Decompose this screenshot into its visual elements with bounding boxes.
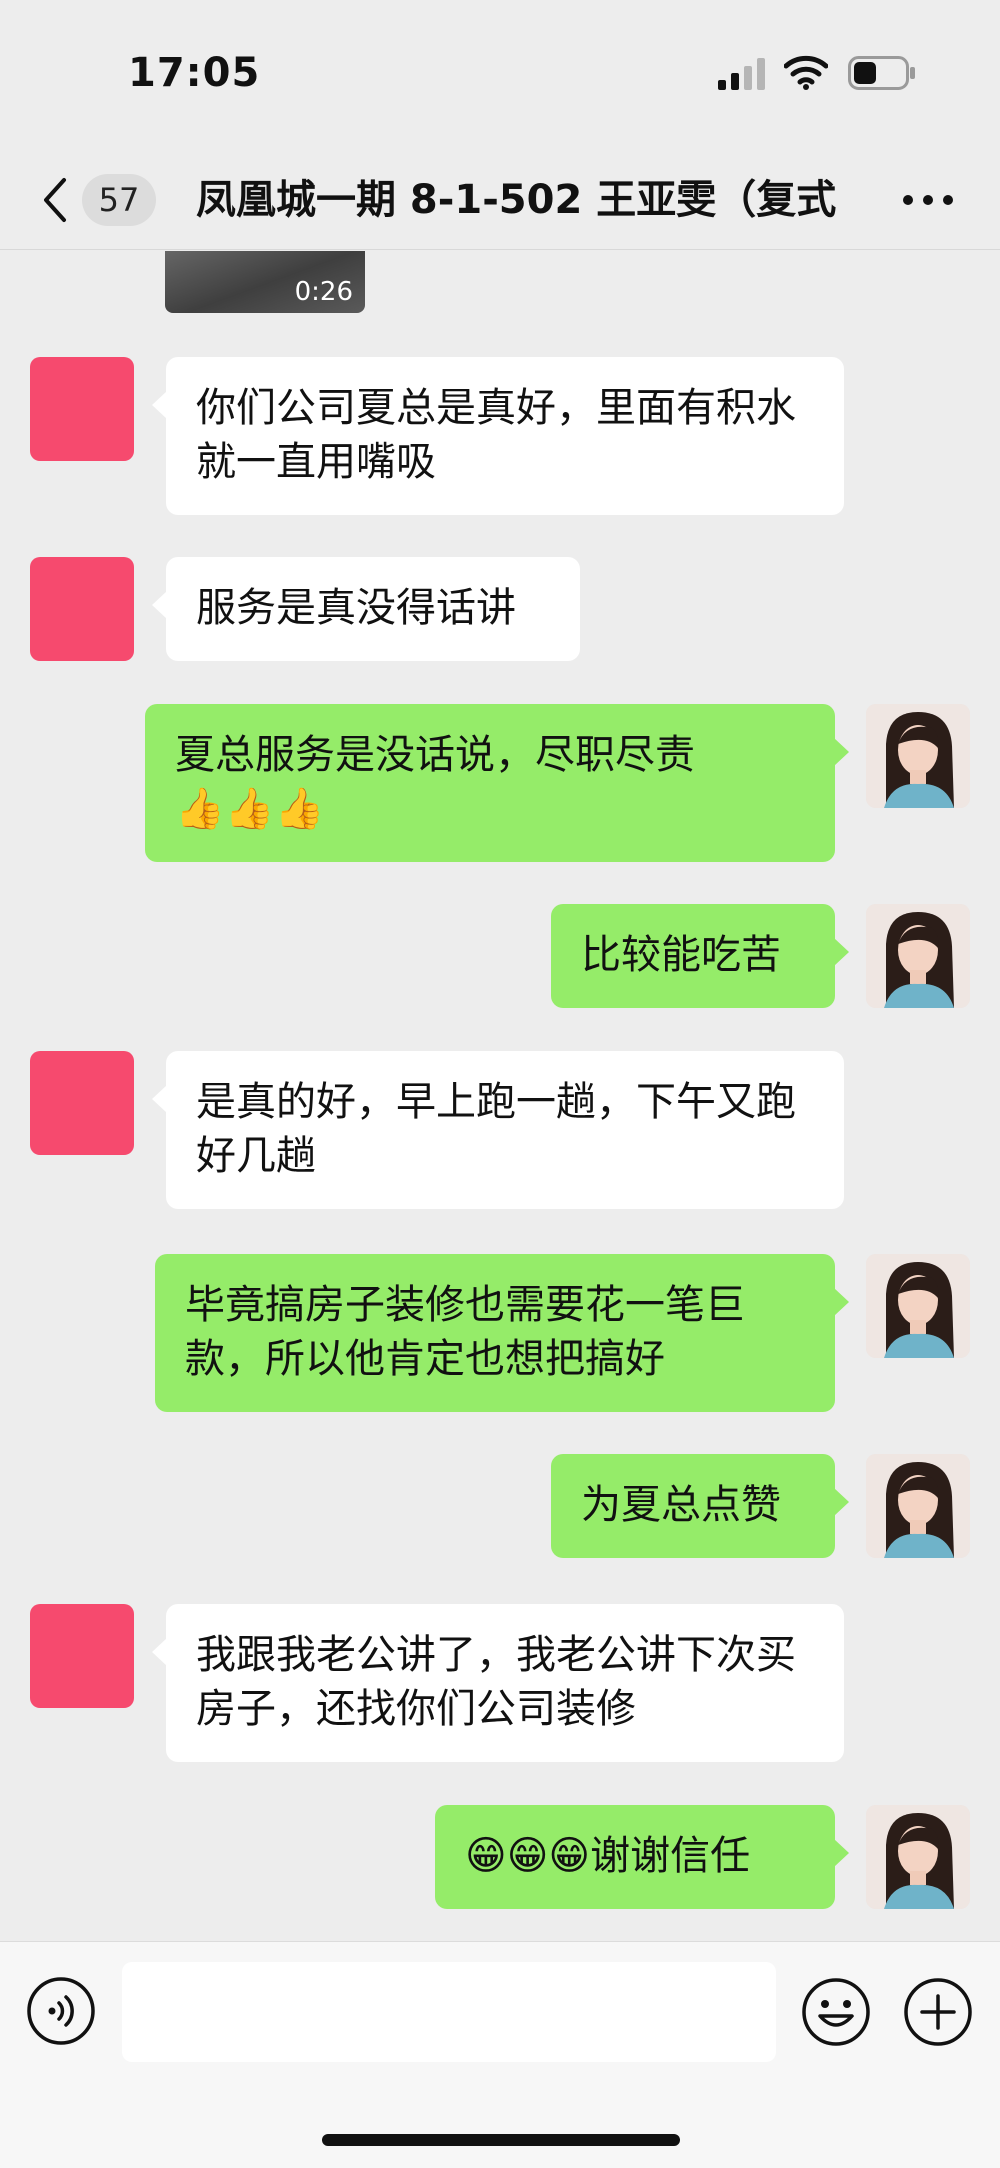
avatar[interactable] bbox=[30, 557, 134, 661]
chevron-left-icon[interactable] bbox=[36, 174, 72, 226]
input-bar bbox=[0, 1941, 1000, 2168]
message-text: 是真的好，早上跑一趟，下午又跑好几趟 bbox=[196, 1079, 796, 1179]
message-bubble[interactable]: 为夏总点赞 bbox=[551, 1454, 849, 1558]
message-bubble[interactable]: 毕竟搞房子装修也需要花一笔巨款，所以他肯定也想把搞好 bbox=[155, 1254, 849, 1412]
message-bubble[interactable]: 夏总服务是没话说，尽职尽责 👍👍👍 bbox=[145, 704, 849, 862]
message-text: 为夏总点赞 bbox=[581, 1482, 781, 1528]
message-text: 夏总服务是没话说，尽职尽责 bbox=[175, 732, 695, 778]
chat-title: 凤凰城一期 8-1-502 王亚雯（复式 bbox=[196, 177, 837, 223]
message-text: 毕竟搞房子装修也需要花一笔巨款，所以他肯定也想把搞好 bbox=[185, 1282, 745, 1382]
message-bubble[interactable]: 比较能吃苦 bbox=[551, 904, 849, 1008]
message-text: 服务是真没得话讲 bbox=[196, 585, 516, 631]
message-bubble[interactable]: 我跟我老公讲了，我老公讲下次买房子，还找你们公司装修 bbox=[152, 1604, 844, 1762]
message-bubble[interactable]: 是真的好，早上跑一趟，下午又跑好几趟 bbox=[152, 1051, 844, 1209]
avatar[interactable] bbox=[866, 1454, 970, 1558]
user-photo bbox=[866, 704, 970, 808]
message-bubble[interactable]: 😁😁😁谢谢信任 bbox=[435, 1805, 849, 1909]
user-photo bbox=[866, 904, 970, 1008]
message-list[interactable]: 0:26 你们公司夏总是真好，里面有积水就一直用嘴吸 服务是真没得话讲 夏总服务… bbox=[0, 251, 1000, 1941]
voice-icon[interactable] bbox=[26, 1976, 96, 2046]
unread-count-badge[interactable]: 57 bbox=[82, 174, 156, 226]
user-photo bbox=[866, 1805, 970, 1909]
message-text: 我跟我老公讲了，我老公讲下次买房子，还找你们公司装修 bbox=[196, 1632, 796, 1732]
avatar[interactable] bbox=[866, 904, 970, 1008]
message-text: 你们公司夏总是真好，里面有积水就一直用嘴吸 bbox=[196, 385, 796, 485]
wifi-icon bbox=[784, 55, 828, 90]
avatar[interactable] bbox=[866, 704, 970, 808]
message-bubble[interactable]: 服务是真没得话讲 bbox=[152, 557, 580, 661]
nav-bar: 57 凤凰城一期 8-1-502 王亚雯（复式 bbox=[0, 150, 1000, 250]
grin-emoji-icon: 😁😁😁 bbox=[465, 1833, 591, 1879]
plus-circle-icon[interactable] bbox=[902, 1976, 974, 2048]
video-duration: 0:26 bbox=[294, 277, 353, 307]
cellular-signal-icon bbox=[718, 58, 765, 90]
status-bar: 17:05 bbox=[0, 0, 1000, 150]
user-photo bbox=[866, 1254, 970, 1358]
battery-icon bbox=[848, 56, 915, 90]
more-dots-icon[interactable] bbox=[900, 180, 956, 220]
message-bubble[interactable]: 你们公司夏总是真好，里面有积水就一直用嘴吸 bbox=[152, 357, 844, 515]
user-photo bbox=[866, 1454, 970, 1558]
thumbs-up-icon: 👍👍👍 bbox=[175, 786, 325, 832]
avatar[interactable] bbox=[30, 1604, 134, 1708]
avatar[interactable] bbox=[866, 1254, 970, 1358]
avatar[interactable] bbox=[30, 357, 134, 461]
avatar[interactable] bbox=[866, 1805, 970, 1909]
emoji-icon[interactable] bbox=[800, 1976, 872, 2048]
avatar[interactable] bbox=[30, 1051, 134, 1155]
video-message[interactable]: 0:26 bbox=[165, 251, 365, 313]
status-time: 17:05 bbox=[128, 50, 261, 96]
home-indicator bbox=[322, 2134, 680, 2146]
message-text: 比较能吃苦 bbox=[581, 932, 781, 978]
chat-screen: 17:05 57 凤凰城一期 8-1-502 王亚雯（复式 0:26 你们公司夏… bbox=[0, 0, 1000, 2168]
message-text: 谢谢信任 bbox=[590, 1833, 751, 1879]
message-input[interactable] bbox=[122, 1962, 776, 2062]
